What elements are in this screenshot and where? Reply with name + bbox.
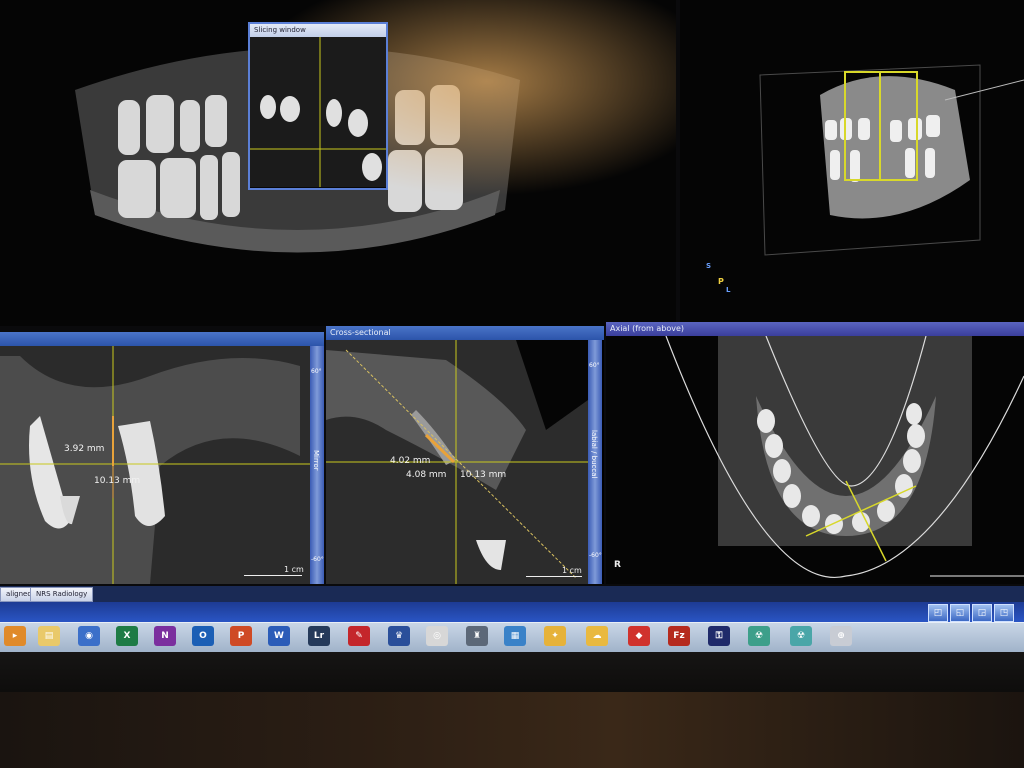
left-ruler-tick-bottom: -60°: [311, 556, 324, 563]
onenote-icon[interactable]: N: [154, 626, 176, 646]
tool-button-2[interactable]: ◱: [950, 604, 970, 622]
tool-button-4[interactable]: ◳: [994, 604, 1014, 622]
left-ruler-tick-top: 60°: [311, 368, 322, 375]
measurement-left-b: 10.13 mm: [94, 476, 141, 486]
powerpoint-icon[interactable]: P: [230, 626, 252, 646]
left-section-panel[interactable]: 3.92 mm 10.13 mm 1 cm 60° Mirror -60°: [0, 332, 324, 584]
viewer-icon[interactable]: ◎: [426, 626, 448, 646]
cross-sectional-panel[interactable]: Cross-sectional 4.02 mm 4.08 mm 10.13 mm…: [326, 326, 604, 584]
tooth-app-icon[interactable]: ♛: [388, 626, 410, 646]
cross-ruler-tick-top: 60°: [589, 362, 600, 369]
left-section-image: [0, 346, 310, 584]
folder-icon[interactable]: ▤: [38, 626, 60, 646]
monitor-screen: Slicing window S P L 3.92 mm 10.13 mm 1 …: [0, 0, 1024, 660]
left-ruler-label: Mirror: [312, 450, 320, 471]
left-tilt-ruler[interactable]: 60° Mirror -60°: [310, 346, 324, 584]
axial-orientation-r: R: [614, 560, 621, 570]
tool-button-1[interactable]: ◰: [928, 604, 948, 622]
cross-ruler-label: labial / buccal: [590, 430, 598, 479]
cross-tilt-ruler[interactable]: 60° labial / buccal -60°: [588, 340, 602, 584]
orientation-l: L: [726, 286, 731, 294]
start-icon[interactable]: ▸: [4, 626, 26, 646]
panoramic-panel[interactable]: Slicing window: [0, 0, 676, 326]
3d-rendering: [680, 0, 1024, 326]
tooth-grey-icon[interactable]: ♜: [466, 626, 488, 646]
pinwheel-icon[interactable]: ✦: [544, 626, 566, 646]
scale-bar-left: [244, 575, 302, 576]
status-tab-radiology[interactable]: NRS Radiology: [30, 587, 94, 602]
measurement-cs-a: 4.02 mm: [390, 456, 431, 466]
outlook-icon[interactable]: O: [192, 626, 214, 646]
browser-icon[interactable]: ◉: [78, 626, 100, 646]
measurement-cs-b: 4.08 mm: [406, 470, 447, 480]
pdf-icon[interactable]: ✎: [348, 626, 370, 646]
cross-ruler-tick-bottom: -60°: [589, 552, 602, 559]
word-icon[interactable]: W: [268, 626, 290, 646]
cross-sectional-image: [326, 340, 588, 584]
measurement-left-a: 3.92 mm: [64, 444, 105, 454]
cross-sectional-title: Cross-sectional: [326, 326, 604, 340]
scale-label-left: 1 cm: [284, 565, 304, 574]
filezilla-icon[interactable]: Fz: [668, 626, 690, 646]
scale-bar-cross: [526, 576, 582, 577]
lightroom-icon[interactable]: Lr: [308, 626, 330, 646]
slicing-window[interactable]: Slicing window: [248, 22, 388, 190]
cloud-icon[interactable]: ☁: [586, 626, 608, 646]
orientation-s: S: [706, 262, 712, 270]
axial-panel[interactable]: Axial (from above) R: [606, 322, 1024, 584]
globe-icon[interactable]: ⊕: [830, 626, 852, 646]
radiation-icon[interactable]: ☢: [748, 626, 770, 646]
scale-label-cross: 1 cm: [562, 566, 582, 575]
axial-image: [606, 336, 1024, 584]
radiation-blue-icon[interactable]: ☢: [790, 626, 812, 646]
desk-background: [0, 692, 1024, 768]
scan-icon[interactable]: ▦: [504, 626, 526, 646]
status-strip: [0, 586, 1024, 602]
measurement-cs-c: 10.13 mm: [460, 470, 507, 480]
paint-icon[interactable]: ◆: [628, 626, 650, 646]
slicing-window-image: [250, 37, 386, 187]
left-section-titlebar: [0, 332, 324, 346]
slicing-window-title[interactable]: Slicing window: [250, 24, 386, 37]
3d-view-panel[interactable]: S P L: [680, 0, 1024, 326]
axial-title: Axial (from above): [606, 322, 1024, 336]
monitor-bezel: [0, 652, 1024, 692]
excel-icon[interactable]: X: [116, 626, 138, 646]
orientation-p: P: [718, 277, 724, 286]
tool-button-3[interactable]: ◲: [972, 604, 992, 622]
key-icon[interactable]: ⚿: [708, 626, 730, 646]
tool-band: [0, 602, 1024, 622]
